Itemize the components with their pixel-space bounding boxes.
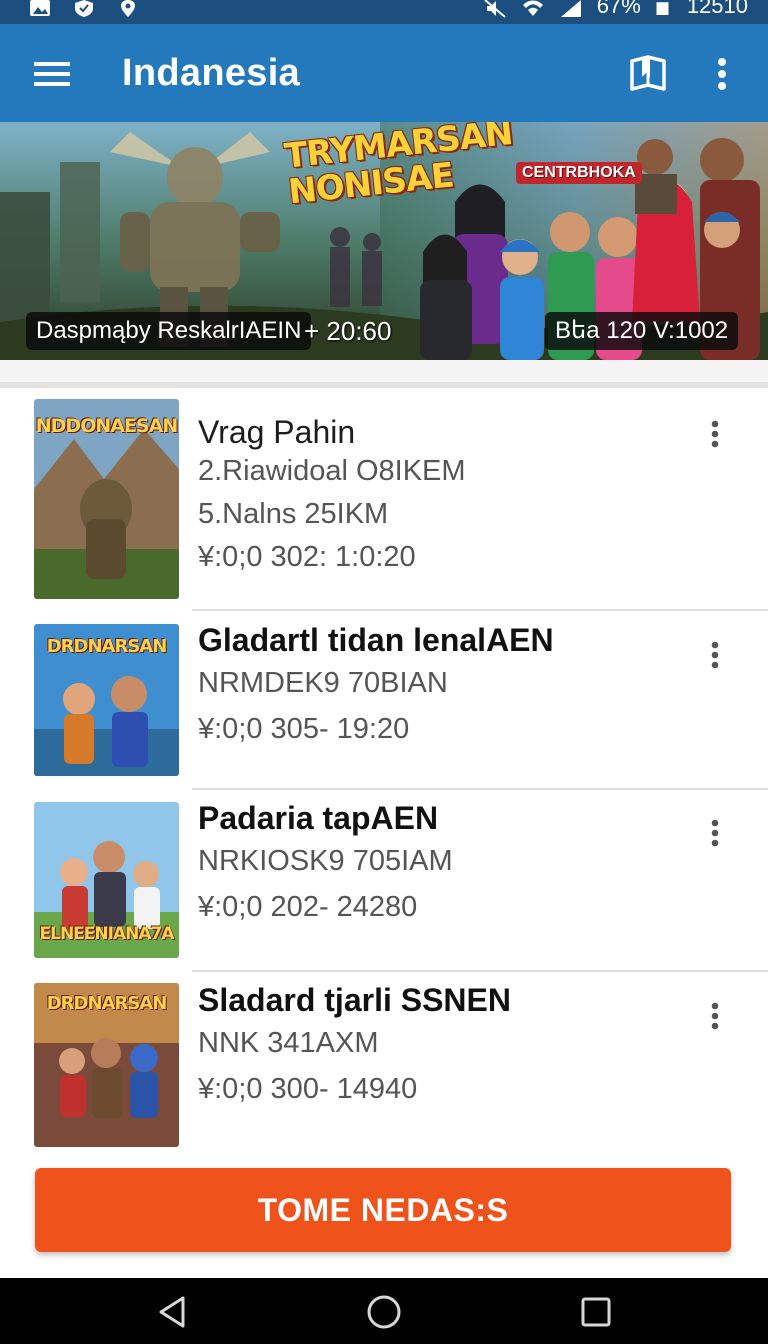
item-detail: NNK 341AXM xyxy=(198,1027,379,1059)
item-meta: ¥:0;0 305- 19:20 xyxy=(198,713,410,745)
section-divider xyxy=(0,360,768,388)
thumbnail-title: ELNEENIANA7A xyxy=(39,924,175,944)
item-name: Vrag Pahin xyxy=(198,414,356,450)
item-detail: 5.Nalns 25IKM xyxy=(198,498,389,530)
thumbnail-title: NDDONAESAN xyxy=(35,415,178,437)
more-vert-icon xyxy=(711,819,719,847)
primary-action-button[interactable]: TOME NEDAS:S xyxy=(35,1168,731,1252)
home-button[interactable] xyxy=(360,1292,408,1332)
thumbnail-title: DRDNARSAN xyxy=(46,993,168,1014)
item-detail: NRMDEK9 70BIAN xyxy=(198,667,448,699)
recents-square-icon xyxy=(581,1297,611,1327)
game-thumbnail: ELNEENIANA7A xyxy=(34,802,179,958)
banner-right-caption: Bեa 120 V:1002 xyxy=(545,312,739,350)
item-menu-button[interactable] xyxy=(700,414,730,454)
item-detail: NRKIOSK9 705IAM xyxy=(198,845,453,877)
thumbnail-title: DRDNARSAN xyxy=(46,636,168,657)
banner-left-caption: Daspmąby ReskalrIAEIN xyxy=(26,312,312,350)
menu-button[interactable] xyxy=(22,48,82,100)
item-menu-button[interactable] xyxy=(700,635,730,675)
more-vert-icon xyxy=(711,641,719,669)
featured-banner[interactable]: TRYMARSAN NONISAE CENTRBHOKA Daspmąby Re… xyxy=(0,122,768,360)
recents-button[interactable] xyxy=(572,1292,620,1332)
list-item[interactable]: ELNEENIANA7A Padaria tapAEN NRKIOSK9 705… xyxy=(0,790,768,970)
hamburger-menu-icon xyxy=(34,62,70,86)
list-item[interactable]: DRDNARSAN Gladartl tidan lenalAEN NRMDEK… xyxy=(0,612,768,788)
game-thumbnail: DRDNARSAN xyxy=(34,624,179,776)
overflow-menu-button[interactable] xyxy=(700,50,744,98)
clock: 12510 xyxy=(686,0,748,18)
location-notification-icon xyxy=(121,0,135,17)
battery-icon xyxy=(656,2,669,15)
shield-notification-icon xyxy=(75,0,93,17)
game-thumbnail: DRDNARSAN xyxy=(34,983,179,1147)
item-meta: ¥:0;0 202- 24280 xyxy=(198,891,418,923)
battery-percentage: 67% xyxy=(596,0,641,18)
app-title: Indanesia xyxy=(122,52,300,94)
mute-icon xyxy=(484,0,506,18)
item-name: Gladartl tidan lenalAEN xyxy=(198,622,554,658)
book-icon xyxy=(630,55,666,91)
back-button[interactable] xyxy=(148,1292,196,1332)
banner-sub-logo: CENTRBHOKA xyxy=(516,162,642,184)
bookmarks-button[interactable] xyxy=(622,50,674,98)
item-detail: 2.Riawidoal O8IKEM xyxy=(198,455,466,487)
item-name: Sladard tjarli SSNEN xyxy=(198,982,511,1018)
item-meta: ¥:0;0 300- 14940 xyxy=(198,1073,418,1105)
game-thumbnail: NDDONAESAN xyxy=(34,399,179,599)
back-triangle-icon xyxy=(159,1296,185,1328)
item-name: Padaria tapAEN xyxy=(198,800,439,836)
list-item[interactable]: DRDNARSAN Sladard tjarli SSNEN NNK 341AX… xyxy=(0,972,768,1152)
more-vert-icon xyxy=(711,1002,719,1030)
more-vert-icon xyxy=(718,58,726,90)
image-notification-icon xyxy=(30,0,50,16)
row-divider xyxy=(192,609,768,611)
item-menu-button[interactable] xyxy=(700,996,730,1036)
app-bar: Indanesia xyxy=(0,24,768,122)
banner-headline: TRYMARSAN NONISAE xyxy=(282,122,515,213)
status-bar: 67% 12510 xyxy=(0,0,768,24)
home-circle-icon xyxy=(367,1295,401,1329)
list-item[interactable]: NDDONAESAN Vrag Pahin 2.Riawidoal O8IKEM… xyxy=(0,388,768,610)
wifi-icon xyxy=(522,0,543,16)
signal-icon xyxy=(560,0,581,17)
more-vert-icon xyxy=(711,420,719,448)
system-navigation-bar xyxy=(0,1278,768,1344)
item-meta: ¥:0;0 302: 1:0:20 xyxy=(198,541,416,573)
item-menu-button[interactable] xyxy=(700,813,730,853)
banner-left-time: + 20:60 xyxy=(304,316,392,346)
